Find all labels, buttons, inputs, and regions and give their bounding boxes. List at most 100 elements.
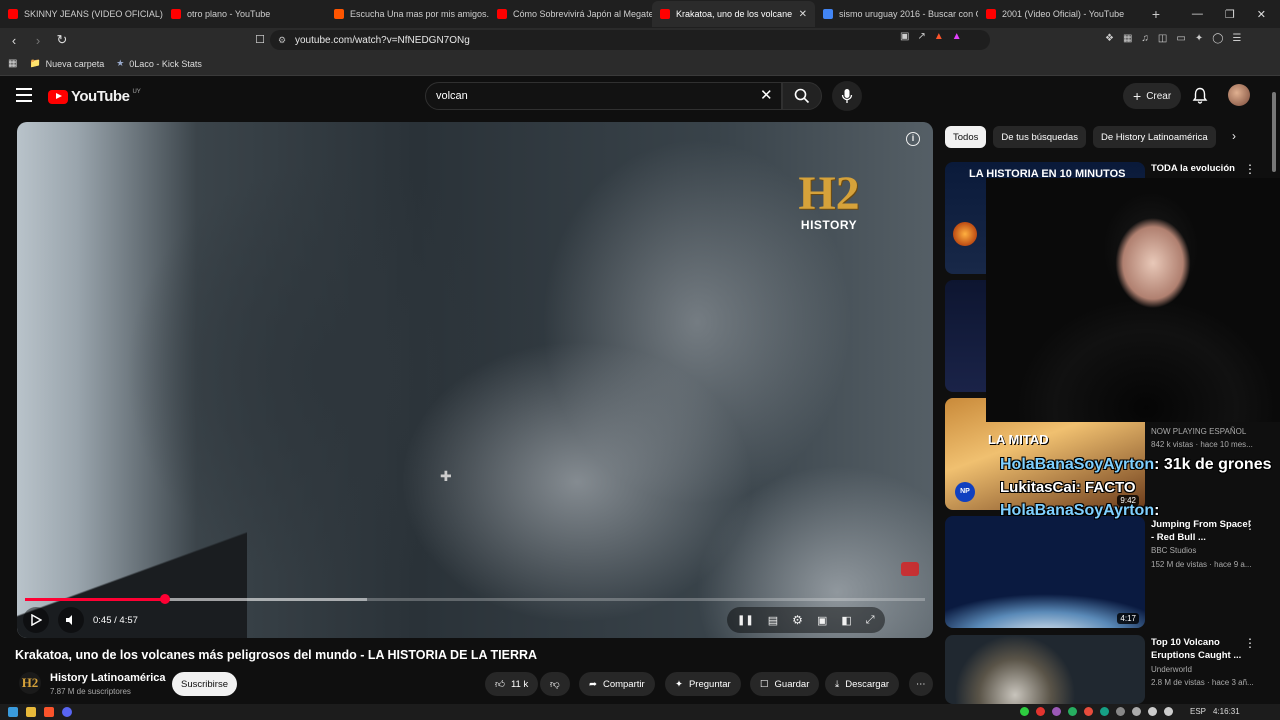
bookmark-icon[interactable]: ☐	[250, 33, 270, 46]
miniplayer-icon[interactable]: ▣	[817, 614, 827, 627]
new-tab-button[interactable]: +	[1141, 6, 1171, 22]
ask-button[interactable]: ✦ Preguntar	[665, 672, 741, 696]
scrubber-handle[interactable]	[159, 594, 170, 604]
rec-channel[interactable]: BBC Studios	[1151, 546, 1196, 555]
rec-title[interactable]: Top 10 Volcano Eruptions Caught ...	[1151, 636, 1251, 662]
browser-tab[interactable]: SKINNY JEANS (VIDEO OFICIAL) - Yo	[0, 1, 163, 27]
search-input[interactable]: volcan	[425, 82, 782, 110]
rec-channel[interactable]: Underworld	[1151, 665, 1192, 674]
save-button[interactable]: ☐ Guardar	[750, 672, 820, 696]
vpn-icon[interactable]: ◯	[1212, 33, 1223, 44]
tray-app-icon[interactable]	[1100, 707, 1109, 716]
tray-app-icon[interactable]	[1116, 707, 1125, 716]
more-actions-button[interactable]: ⋯	[909, 672, 933, 696]
system-clock[interactable]: 4:16:31	[1213, 707, 1240, 716]
download-button[interactable]: ⤓ Descargar	[825, 672, 900, 696]
scrollbar-thumb[interactable]	[1272, 92, 1276, 172]
rec-title[interactable]: TODA la evolución	[1151, 162, 1251, 175]
subscribe-button[interactable]: Suscribirse	[172, 672, 237, 696]
browser-tab[interactable]: 2001 (Video Oficial) - YouTube	[978, 1, 1141, 27]
rec-meta: 2.8 M de vistas · hace 3 añ...	[1151, 678, 1254, 687]
tray-app-icon[interactable]	[1020, 707, 1029, 716]
share-icon[interactable]: ↗	[917, 31, 925, 42]
leo-icon[interactable]: ✦	[1195, 33, 1203, 44]
youtube-logo[interactable]: YouTube UY	[48, 88, 141, 105]
user-avatar[interactable]	[1228, 84, 1250, 106]
like-button[interactable]: 👍︎ 11 k	[485, 672, 539, 696]
clear-search-icon[interactable]: ✕	[760, 86, 773, 104]
rec-thumbnail[interactable]	[945, 635, 1145, 704]
autoplay-toggle-icon[interactable]: ❚❚	[737, 615, 754, 626]
forward-icon[interactable]: ›	[28, 33, 48, 48]
url-field[interactable]: ⚙ youtube.com/watch?v=NfNEDGN7ONg	[270, 30, 990, 50]
minimize-icon[interactable]: —	[1192, 8, 1203, 21]
fullscreen-icon[interactable]: ⤢	[866, 614, 875, 627]
chip-de-tus-busquedas[interactable]: De tus búsquedas	[993, 126, 1086, 148]
rec-title[interactable]: Jumping From Space! - Red Bull ...	[1151, 518, 1251, 544]
input-language[interactable]: ESP	[1190, 707, 1206, 716]
create-button[interactable]: + Crear	[1123, 83, 1182, 109]
volume-tray-icon[interactable]	[1164, 707, 1173, 716]
search-button[interactable]	[782, 82, 822, 110]
file-explorer-icon[interactable]	[26, 707, 36, 717]
maximize-icon[interactable]: ❐	[1225, 8, 1235, 21]
folder-icon: 📁	[29, 58, 41, 68]
tray-app-icon[interactable]	[1132, 707, 1141, 716]
tray-app-icon[interactable]	[1084, 707, 1093, 716]
browser-tab[interactable]: otro plano - YouTube	[163, 1, 326, 27]
share-button[interactable]: ➦ Compartir	[579, 672, 655, 696]
bookmark-kick-stats[interactable]: ★ 0Laco - Kick Stats	[116, 58, 202, 69]
subtitles-icon[interactable]: ▤	[768, 614, 778, 627]
bookmark-nueva-carpeta[interactable]: 📁 Nueva carpeta	[29, 58, 104, 69]
wallet-icon[interactable]: ▭	[1176, 33, 1185, 44]
windows-start-icon[interactable]	[8, 707, 18, 717]
notifications-button[interactable]	[1192, 87, 1208, 109]
cast-icon[interactable]: ◧	[841, 614, 851, 627]
channel-avatar[interactable]: H2	[19, 672, 41, 694]
tab-search-icon[interactable]: ▦	[1123, 33, 1132, 44]
play-button[interactable]	[23, 607, 49, 633]
puzzle-icon[interactable]: ❖	[1105, 33, 1114, 44]
rec-more-icon[interactable]: ⋮	[1244, 518, 1256, 532]
chip-de-history[interactable]: De History Latinoamérica	[1092, 126, 1216, 148]
guide-menu-icon[interactable]	[16, 88, 32, 102]
brave-shield-icon[interactable]: ▲	[934, 31, 944, 42]
mute-button[interactable]	[58, 607, 84, 633]
rec-more-icon[interactable]: ⋮	[1244, 636, 1256, 650]
brave-browser-icon[interactable]	[44, 707, 54, 717]
chip-todos[interactable]: Todos	[945, 126, 987, 148]
chevron-right-icon[interactable]: ›	[1232, 129, 1236, 143]
close-window-icon[interactable]: ✕	[1257, 8, 1266, 21]
tray-app-icon[interactable]	[1068, 707, 1077, 716]
wifi-icon[interactable]	[1148, 707, 1157, 716]
sidebar-icon[interactable]: ◫	[1158, 33, 1167, 44]
browser-tab[interactable]: Cómo Sobrevivirá Japón al Megaterr	[489, 1, 652, 27]
video-player[interactable]: H2 HISTORY i ✚ 0:45 / 4:57 ❚❚ ▤ ⚙ ▣ ◧ ⤢	[17, 122, 933, 638]
channel-name[interactable]: History Latinoamérica	[50, 672, 166, 684]
reload-icon[interactable]: ↻	[52, 32, 72, 48]
info-icon[interactable]: i	[906, 132, 920, 146]
dislike-button[interactable]: 👎︎	[540, 672, 570, 696]
tray-app-icon[interactable]	[1052, 707, 1061, 716]
progress-bar[interactable]	[25, 594, 925, 604]
back-icon[interactable]: ‹	[4, 33, 24, 48]
browser-tab[interactable]: sismo uruguay 2016 - Buscar con Go	[815, 1, 978, 27]
channel-watermark-icon[interactable]	[901, 562, 919, 576]
rewards-icon[interactable]: ▲	[952, 31, 962, 42]
thumbs-down-icon: 👎︎	[550, 679, 560, 690]
settings-icon[interactable]: ⚙	[792, 613, 803, 627]
menu-icon[interactable]: ☰	[1232, 33, 1241, 44]
rec-more-icon[interactable]: ⋮	[1244, 162, 1256, 176]
cast-icon[interactable]: ▣	[900, 31, 909, 42]
browser-tab[interactable]: Krakatoa, uno de los volcane ✕	[652, 1, 815, 27]
site-info-icon[interactable]: ⚙	[278, 35, 286, 46]
rec-thumbnail[interactable]: 4:17	[945, 516, 1145, 628]
browser-tab[interactable]: Escucha Una mas por mis amigos. P	[326, 1, 489, 27]
apps-grid-icon[interactable]: ▦	[8, 58, 17, 69]
voice-search-button[interactable]	[832, 81, 862, 111]
music-icon[interactable]: ♫	[1141, 33, 1149, 44]
tray-app-icon[interactable]	[1036, 707, 1045, 716]
discord-icon[interactable]	[62, 707, 72, 717]
close-tab-icon[interactable]: ✕	[799, 9, 807, 20]
page-scrollbar[interactable]	[1271, 86, 1277, 696]
